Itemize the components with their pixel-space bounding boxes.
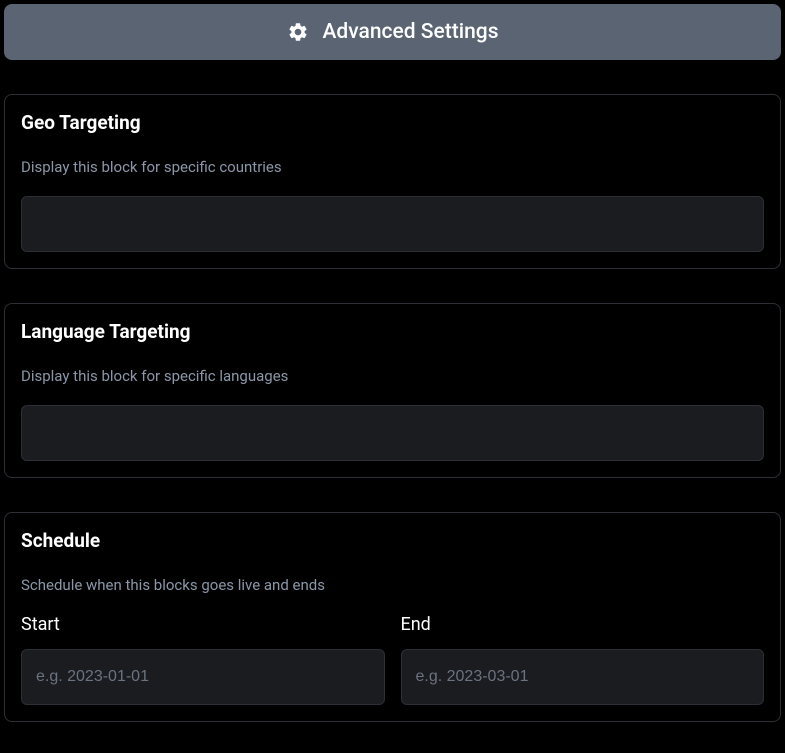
geo-targeting-input[interactable] bbox=[21, 196, 764, 252]
schedule-end-label: End bbox=[401, 614, 765, 635]
schedule-end-input[interactable] bbox=[401, 649, 765, 705]
language-targeting-input[interactable] bbox=[21, 405, 764, 461]
schedule-start-label: Start bbox=[21, 614, 385, 635]
header-title: Advanced Settings bbox=[323, 20, 499, 44]
language-targeting-section: Language Targeting Display this block fo… bbox=[4, 303, 781, 478]
gear-icon bbox=[287, 21, 309, 43]
language-targeting-description: Display this block for specific language… bbox=[21, 367, 764, 385]
schedule-title: Schedule bbox=[21, 529, 764, 552]
schedule-section: Schedule Schedule when this blocks goes … bbox=[4, 512, 781, 722]
geo-targeting-description: Display this block for specific countrie… bbox=[21, 158, 764, 176]
schedule-row: Start End bbox=[21, 614, 764, 705]
schedule-start-input[interactable] bbox=[21, 649, 385, 705]
geo-targeting-section: Geo Targeting Display this block for spe… bbox=[4, 94, 781, 269]
schedule-description: Schedule when this blocks goes live and … bbox=[21, 576, 764, 594]
geo-targeting-title: Geo Targeting bbox=[21, 111, 764, 134]
schedule-start-col: Start bbox=[21, 614, 385, 705]
language-targeting-title: Language Targeting bbox=[21, 320, 764, 343]
schedule-end-col: End bbox=[401, 614, 765, 705]
advanced-settings-header[interactable]: Advanced Settings bbox=[4, 4, 781, 60]
